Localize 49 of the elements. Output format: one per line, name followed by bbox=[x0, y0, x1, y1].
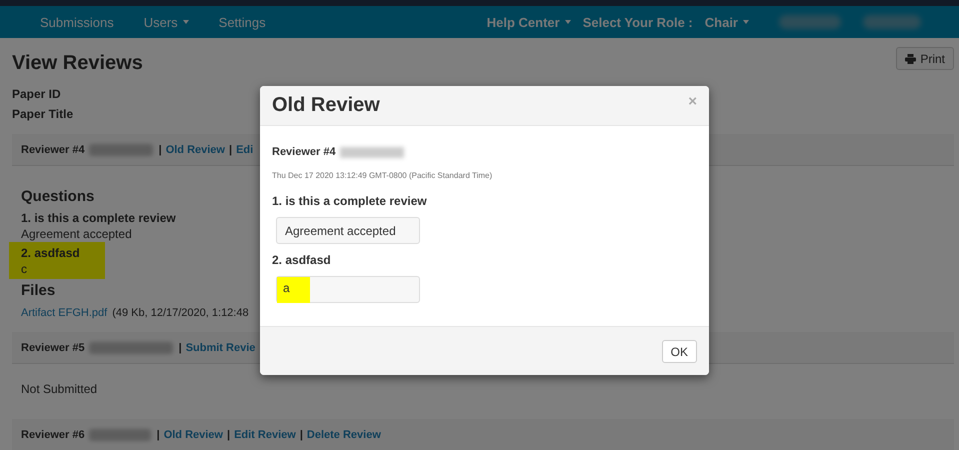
question-text: 1. is this a complete review bbox=[272, 194, 428, 208]
question-text: 2. asdfasd bbox=[272, 253, 332, 267]
reviewer-label: Reviewer #5 bbox=[21, 342, 85, 354]
field-label: Paper Title bbox=[12, 106, 74, 123]
printer-icon bbox=[905, 54, 916, 64]
nav-menu-item[interactable]: Chair bbox=[704, 14, 749, 30]
nav-menu-item[interactable]: Submissions bbox=[40, 14, 114, 30]
blurred-nav-item[interactable] bbox=[779, 15, 841, 29]
redacted-name bbox=[88, 428, 151, 440]
separator: | bbox=[300, 428, 303, 440]
print-button[interactable]: Print bbox=[896, 47, 954, 70]
field-label: Paper ID bbox=[12, 86, 61, 103]
reviewer-label: Reviewer #6 bbox=[21, 428, 85, 440]
reviewer-label: Reviewer #4 bbox=[21, 144, 85, 156]
redacted-name bbox=[88, 144, 153, 156]
reviewer-label: Reviewer #4 bbox=[272, 146, 336, 158]
review-link[interactable]: Delete Review bbox=[306, 428, 381, 440]
answer-text: c bbox=[21, 261, 27, 277]
blurred-nav-item[interactable] bbox=[863, 15, 921, 29]
answer-text: Agreement accepted bbox=[21, 226, 132, 242]
question-text: 1. is this a complete review bbox=[21, 210, 176, 226]
separator: | bbox=[228, 144, 232, 156]
file-link[interactable]: Artifact EFGH.pdf bbox=[21, 307, 108, 319]
status-text: Not Submitted bbox=[21, 381, 98, 398]
timestamp: Thu Dec 17 2020 13:12:49 GMT-0800 (Pacific Standard Time) bbox=[272, 171, 494, 180]
review-link[interactable]: Edit Review bbox=[234, 428, 296, 440]
nav-menu-item[interactable]: Settings bbox=[218, 14, 266, 30]
nav-menu-item[interactable]: Select Your Role : bbox=[582, 14, 693, 30]
answer-field[interactable]: Agreement accepted bbox=[276, 217, 420, 244]
question-text: 2. asdfasd bbox=[21, 245, 80, 261]
ok-button[interactable]: OK bbox=[662, 340, 697, 362]
close-icon[interactable]: × bbox=[688, 93, 697, 110]
modal-title: Old Review bbox=[272, 94, 380, 117]
review-link[interactable]: Edi bbox=[236, 144, 254, 156]
separator: | bbox=[156, 428, 160, 440]
separator: | bbox=[178, 342, 182, 354]
review-link[interactable]: Submit Revie bbox=[186, 342, 256, 354]
nav-menu-item[interactable]: Help Center bbox=[486, 14, 571, 30]
file-meta: (49 Kb, 12/17/2020, 1:12:48 bbox=[112, 307, 249, 319]
separator: | bbox=[226, 428, 230, 440]
section-heading: Questions bbox=[21, 188, 94, 205]
answer-field[interactable]: a bbox=[276, 276, 420, 303]
section-heading: Files bbox=[21, 282, 56, 299]
nav-menu-item[interactable]: Users bbox=[144, 14, 189, 30]
review-link[interactable]: Old Review bbox=[166, 144, 225, 156]
redacted-name bbox=[340, 146, 404, 158]
separator: | bbox=[158, 144, 162, 156]
page-title: View Reviews bbox=[12, 52, 143, 75]
review-link[interactable]: Old Review bbox=[164, 428, 223, 440]
